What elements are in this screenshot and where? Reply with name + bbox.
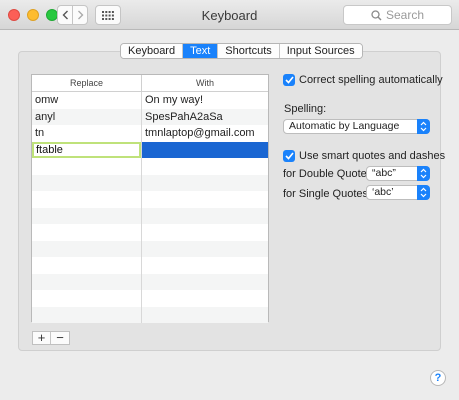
add-button[interactable]: + [33,331,51,344]
table-row-empty [32,273,268,290]
tab-shortcuts[interactable]: Shortcuts [218,44,280,58]
tab-bar: Keyboard Text Shortcuts Input Sources [120,43,363,59]
table-row-empty [32,290,268,307]
single-quotes-popup-value: ‘abc’ [372,186,394,198]
replace-cell-editing[interactable] [32,141,142,158]
replace-cell[interactable]: anyl [32,108,142,125]
correct-spelling-option[interactable]: Correct spelling automatically [283,74,443,86]
remove-button[interactable]: − [51,331,69,344]
table-row-empty [32,207,268,224]
column-header-replace[interactable]: Replace [32,75,142,91]
add-remove-control: + − [32,331,70,345]
tab-keyboard[interactable]: Keyboard [121,44,184,58]
tab-input-sources[interactable]: Input Sources [279,44,362,58]
search-field[interactable]: Search [343,5,452,25]
single-quotes-popup[interactable]: ‘abc’ [366,185,430,200]
double-quotes-popup[interactable]: “abc” [366,166,430,181]
smart-quotes-checkbox[interactable] [283,150,295,162]
with-cell[interactable] [142,141,268,158]
popup-arrows-icon [417,166,430,181]
table-row-empty [32,158,268,175]
table-row-empty [32,224,268,241]
tab-text[interactable]: Text [183,44,219,58]
popup-arrows-icon [417,119,430,134]
search-placeholder: Search [385,8,425,22]
table-row-empty [32,240,268,257]
table-row-empty [32,306,268,323]
replace-edit-field[interactable] [32,141,141,158]
replace-cell[interactable]: tn [32,125,142,142]
title-bar: Keyboard Search [0,0,459,30]
correct-spelling-checkbox[interactable] [283,74,295,86]
search-icon [371,9,382,20]
table-row-empty [32,257,268,274]
table-row-selected[interactable] [32,141,268,158]
checkmark-icon [284,76,294,84]
replace-cell[interactable]: omw [32,92,142,109]
table-row-empty [32,174,268,191]
with-cell[interactable]: On my way! [142,92,268,109]
spelling-label: Spelling: [284,103,327,115]
table-row[interactable]: tn tmnlaptop@gmail.com [32,125,268,142]
with-cell[interactable]: SpesPahA2aSa [142,109,268,126]
table-row-empty [32,191,268,208]
table-body: omw On my way! anyl SpesPahA2aSa tn tmnl… [32,92,268,323]
smart-quotes-label: Use smart quotes and dashes [299,150,446,162]
smart-quotes-option[interactable]: Use smart quotes and dashes [283,150,445,162]
double-quotes-label: for Double Quotes [283,168,373,180]
help-button[interactable]: ? [430,370,446,386]
popup-arrows-icon [417,185,430,200]
text-replacement-table[interactable]: Replace With omw On my way! anyl SpesPah… [31,74,269,323]
table-row[interactable]: omw On my way! [32,92,268,109]
correct-spelling-label: Correct spelling automatically [299,74,443,86]
table-row[interactable]: anyl SpesPahA2aSa [32,108,268,126]
checkmark-icon [284,152,294,160]
table-header: Replace With [32,75,268,92]
single-quotes-label: for Single Quotes [283,188,368,200]
spelling-popup-value: Automatic by Language [289,120,400,132]
with-cell[interactable]: tmnlaptop@gmail.com [142,125,268,142]
double-quotes-popup-value: “abc” [372,167,396,179]
spelling-popup[interactable]: Automatic by Language [283,119,430,134]
column-header-with[interactable]: With [142,75,268,91]
